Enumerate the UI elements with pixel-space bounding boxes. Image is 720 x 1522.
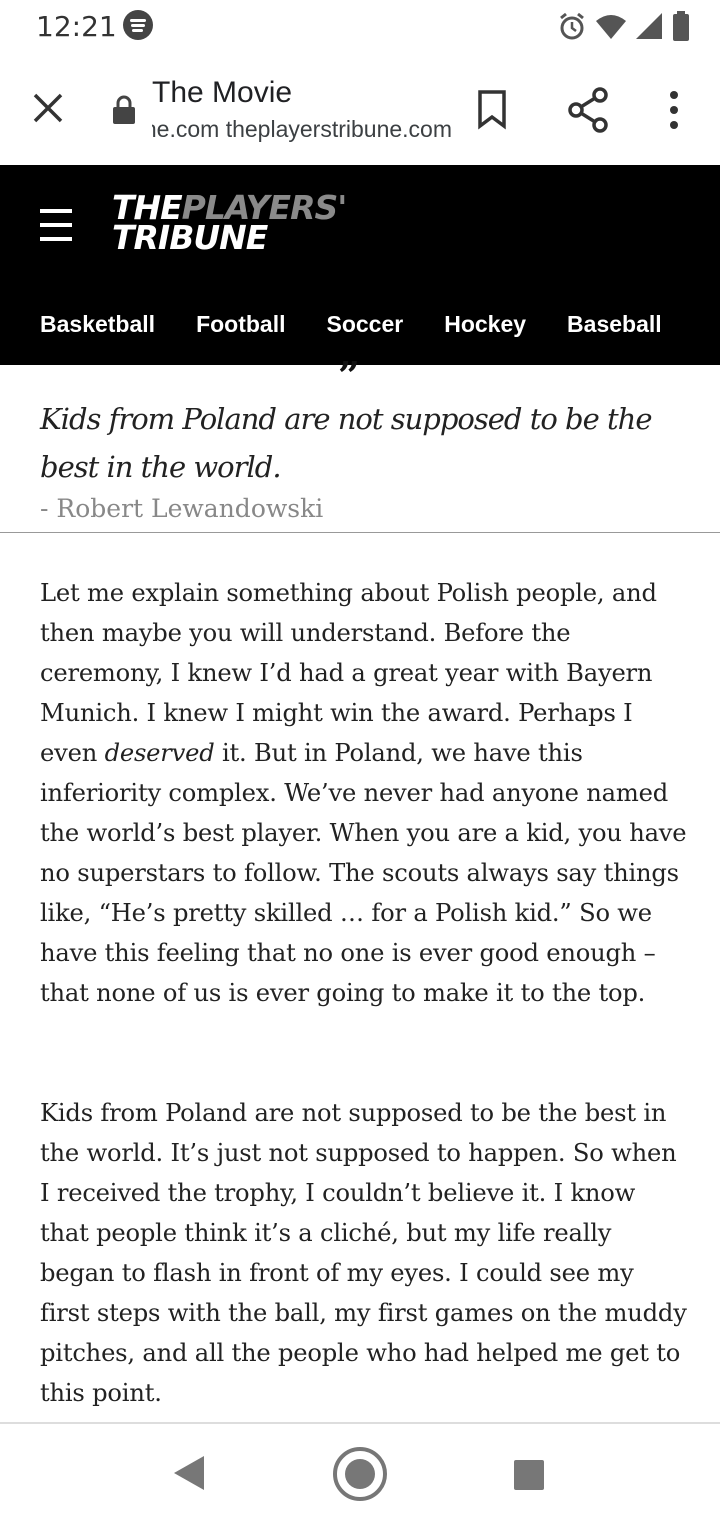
- nav-football[interactable]: Football: [196, 311, 285, 341]
- page-title: The Movie: [152, 76, 293, 109]
- divider: [0, 532, 720, 533]
- paragraph-2: Kids from Poland are not supposed to be …: [40, 1099, 687, 1407]
- nav-hockey[interactable]: Hockey: [444, 311, 526, 341]
- recents-icon[interactable]: [514, 1460, 544, 1490]
- alarm-icon: [560, 12, 584, 40]
- p1-end: it. But in Poland, we have this inferior…: [40, 739, 687, 1007]
- paragraph-1: Let me explain something about Polish pe…: [40, 573, 690, 1013]
- share-icon[interactable]: [566, 86, 610, 134]
- signal-icon: [636, 13, 662, 39]
- nav-baseball[interactable]: Baseball: [567, 311, 662, 341]
- nav-soccer[interactable]: Soccer: [327, 311, 404, 341]
- browser-toolbar: The Movie theplayerstribune.com theplaye…: [0, 56, 720, 166]
- quote-attribution: - Robert Lewandowski: [40, 494, 324, 523]
- wifi-icon: [596, 15, 626, 39]
- battery-icon: [673, 11, 689, 41]
- section-nav: Basketball Football Soccer Hockey Baseba…: [40, 311, 662, 341]
- system-nav-bar: [0, 1422, 720, 1522]
- more-vert-icon[interactable]: [660, 88, 688, 132]
- nav-basketball[interactable]: Basketball: [40, 311, 155, 341]
- home-icon[interactable]: [332, 1446, 388, 1502]
- hamburger-icon[interactable]: [40, 209, 74, 243]
- p1-emphasis: deserved: [104, 739, 215, 767]
- status-bar: 12:21: [0, 0, 720, 56]
- status-icons: [558, 8, 690, 44]
- close-icon[interactable]: [26, 86, 70, 130]
- status-time: 12:21: [36, 10, 117, 43]
- lock-icon: [113, 95, 135, 124]
- bookmark-icon[interactable]: [474, 88, 510, 130]
- site-header: THEPLAYERS' TRIBUNE Basketball Football …: [0, 165, 720, 365]
- back-icon[interactable]: [172, 1454, 206, 1492]
- closing-quote-mark: ”: [338, 353, 360, 398]
- logo-tribune: TRIBUNE: [112, 218, 268, 257]
- pull-quote: Kids from Poland are not supposed to be …: [40, 402, 652, 484]
- page-url[interactable]: theplayerstribune.com theplayerstribune.…: [152, 116, 452, 143]
- site-logo[interactable]: THEPLAYERS' TRIBUNE: [112, 191, 347, 257]
- spotify-icon: [123, 10, 153, 40]
